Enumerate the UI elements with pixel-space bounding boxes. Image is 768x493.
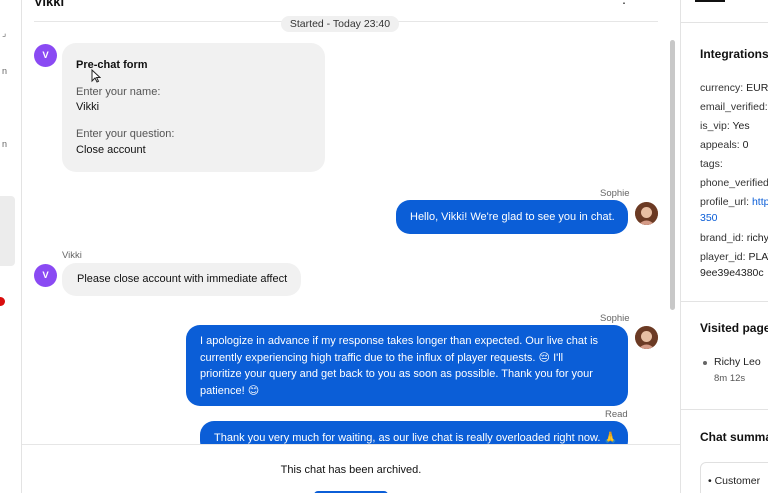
message-sender: Sophie [600, 188, 630, 199]
field-key: tags: [700, 158, 723, 170]
prechat-title: Pre-chat form [76, 59, 148, 71]
message-line: I apologize in advance if my response ta… [200, 335, 599, 347]
rail-mark: n [2, 139, 8, 149]
chat-title: Vikki [34, 0, 65, 9]
divider [681, 409, 768, 410]
field-key: profile_url: [700, 196, 750, 208]
chat-started-label: Started - Today 23:40 [280, 16, 400, 32]
rail-mark: ⌟ [2, 28, 7, 38]
visitor-message: Please close account with immediate affe… [62, 263, 301, 296]
message-text: Please close account with immediate affe… [77, 273, 288, 285]
field-key: phone_verified [700, 177, 768, 189]
field-value: PLAT [748, 251, 768, 263]
agent-message: I apologize in advance if my response ta… [186, 325, 628, 406]
chat-panel: Vikki ⋮ Started - Today 23:40 V Pre-chat… [22, 0, 680, 493]
field-profile-url-cont: 350 [700, 212, 718, 224]
archived-notice: This chat has been archived. [280, 464, 422, 476]
divider [681, 301, 768, 302]
field-player-id: player_id: PLAT [700, 251, 768, 263]
message-line: prioritize your query and get back to yo… [200, 368, 593, 380]
avatar-initial: V [42, 270, 49, 281]
field-email-verified: email_verified: [700, 101, 768, 113]
agent-avatar [635, 326, 658, 349]
avatar-initial: V [42, 50, 49, 61]
summary-item: • Customer [708, 475, 761, 487]
field-key: appeals: [700, 139, 740, 151]
visitor-avatar: V [34, 264, 57, 287]
agent-avatar [635, 202, 658, 225]
message-text: Hello, Vikki! We're glad to see you in c… [410, 211, 615, 223]
field-appeals: appeals: 0 [700, 139, 748, 151]
chat-app: ⌟ n n Vikki ⋮ Started - Today 23:40 V Pr… [0, 0, 768, 493]
notification-dot [0, 297, 5, 306]
tab-indicator [695, 0, 725, 2]
profile-link[interactable]: http [752, 196, 768, 208]
visited-page-time: 8m 12s [714, 373, 746, 384]
prechat-form-card: Pre-chat form Enter your name: Vikki Ent… [62, 43, 325, 172]
chat-summary-title: Chat summa [700, 430, 768, 444]
chat-started-divider: Started - Today 23:40 [22, 14, 658, 32]
summary-item-text: Customer [714, 475, 761, 487]
chat-scrollbar[interactable] [670, 40, 675, 310]
field-profile-url: profile_url: http [700, 196, 768, 208]
field-is-vip: is_vip: Yes [700, 120, 750, 132]
name-value: Vikki [76, 101, 100, 113]
details-panel: Integrations currency: EUR email_verifie… [680, 0, 768, 493]
question-value: Close account [76, 144, 146, 156]
menu-icon[interactable]: ⋮ [618, 0, 630, 6]
agent-message: Hello, Vikki! We're glad to see you in c… [396, 200, 628, 234]
field-value: EUR [746, 82, 768, 94]
question-label: Enter your question: [76, 128, 175, 140]
field-player-id-cont: 9ee39e4380c [700, 267, 764, 279]
message-line: patience! 😊 [200, 384, 260, 397]
read-status: Read [605, 409, 628, 420]
field-key: currency: [700, 82, 744, 94]
rail-mark: n [2, 66, 8, 76]
field-tags: tags: [700, 158, 723, 170]
message-text: Thank you very much for waiting, as our … [214, 432, 618, 444]
message-line: currently experiencing high traffic due … [200, 351, 564, 364]
visitor-avatar: V [34, 44, 57, 67]
message-sender: Sophie [600, 313, 630, 324]
message-sender: Vikki [62, 250, 82, 261]
field-phone-verified: phone_verified [700, 177, 768, 189]
visited-pages-title: Visited page [700, 321, 768, 335]
field-currency: currency: EUR [700, 82, 768, 94]
field-key: email_verified: [700, 101, 768, 113]
profile-link[interactable]: 350 [700, 212, 718, 224]
visited-page-name[interactable]: Richy Leo [714, 356, 761, 368]
field-value: 9ee39e4380c [700, 267, 764, 279]
divider [681, 22, 768, 23]
field-key: brand_id: [700, 232, 744, 244]
name-label: Enter your name: [76, 86, 161, 98]
mouse-cursor-icon [91, 69, 101, 83]
field-key: player_id: [700, 251, 746, 263]
field-value: Yes [732, 120, 750, 132]
archive-bar: This chat has been archived. [22, 444, 680, 493]
field-value: richy [746, 232, 768, 244]
left-sidebar: ⌟ n n [0, 0, 22, 493]
integrations-title: Integrations [700, 47, 768, 61]
field-key: is_vip: [700, 120, 730, 132]
selected-chat-item[interactable] [0, 196, 15, 266]
bullet-icon [703, 361, 707, 365]
field-value: 0 [742, 139, 749, 151]
field-brand-id: brand_id: richy [700, 232, 768, 244]
